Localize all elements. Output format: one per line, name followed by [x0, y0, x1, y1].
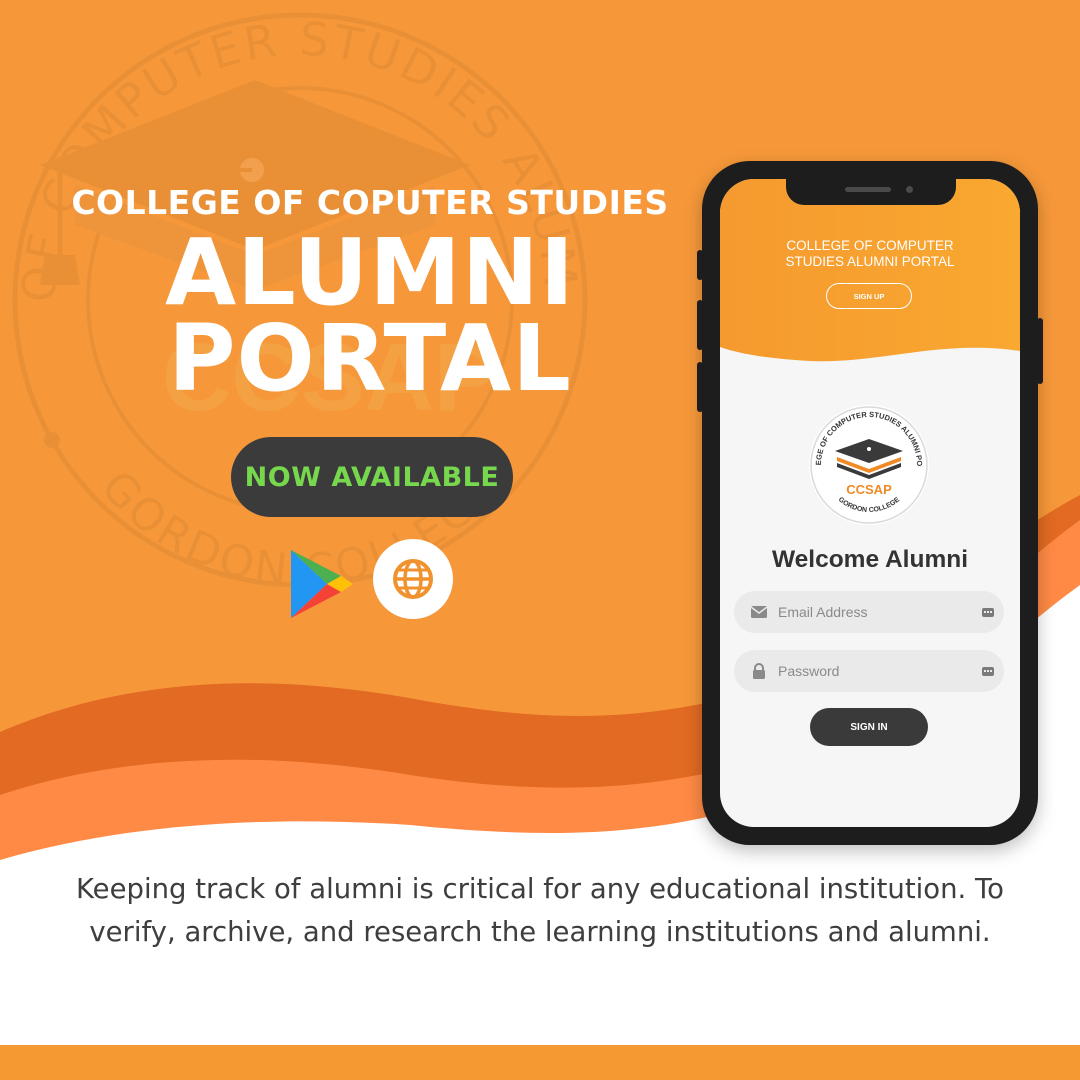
autofill-key-icon: [982, 607, 994, 617]
phone-volume-button-mid: [697, 300, 703, 350]
autofill-key-icon: [982, 666, 994, 676]
logo-center-text: CCSAP: [846, 482, 892, 497]
globe-icon: [393, 559, 433, 599]
welcome-heading: Welcome Alumni: [771, 546, 969, 573]
lock-icon: [750, 662, 768, 680]
google-play-icon[interactable]: [287, 546, 357, 622]
sign-in-button[interactable]: SIGN IN: [810, 708, 928, 746]
headline-subtitle: COLLEGE OF COPUTER STUDIES: [71, 183, 669, 222]
phone-volume-button-top: [697, 250, 703, 280]
phone-volume-button-low: [697, 362, 703, 412]
password-field[interactable]: Password: [734, 650, 1004, 692]
footer-band: [0, 1045, 1080, 1080]
mail-icon: [750, 603, 768, 621]
password-placeholder: Password: [778, 663, 840, 679]
ccsap-logo: COLLEGE OF COMPUTER STUDIES ALUMNI PORTA…: [807, 403, 929, 525]
sign-up-button[interactable]: SIGN UP: [826, 283, 912, 309]
phone-speaker: [845, 187, 891, 192]
email-placeholder: Email Address: [778, 604, 868, 620]
description-text: Keeping track of alumni is critical for …: [76, 873, 1004, 948]
now-available-badge[interactable]: NOW AVAILABLE: [231, 437, 513, 517]
phone-camera: [906, 186, 913, 193]
website-button[interactable]: [373, 539, 453, 619]
phone-power-button: [1037, 318, 1043, 384]
headline-title-line2: PORTAL: [168, 305, 572, 412]
app-header-title: COLLEGE OF COMPUTER STUDIES ALUMNI PORTA…: [785, 238, 955, 269]
email-field[interactable]: Email Address: [734, 591, 1004, 633]
phone-notch: [786, 179, 956, 205]
